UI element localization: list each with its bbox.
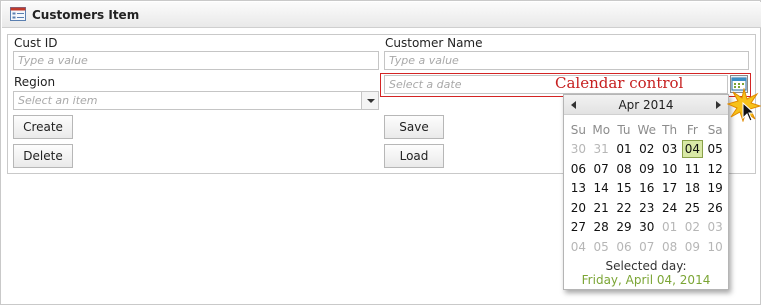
next-month-icon[interactable] <box>716 101 721 109</box>
weekday-header: Tu <box>617 122 631 137</box>
calendar-week-row: 13 14 15 16 17 18 19 <box>567 179 727 199</box>
calendar-day[interactable]: 07 <box>590 159 613 179</box>
calendar-day[interactable]: 25 <box>681 198 704 218</box>
calendar-day[interactable]: 21 <box>590 198 613 218</box>
region-select[interactable]: Select an item <box>13 91 379 110</box>
calendar-day[interactable]: 10 <box>658 159 681 179</box>
calendar-day[interactable]: 17 <box>658 179 681 199</box>
cust-id-label: Cust ID <box>14 36 58 50</box>
calendar-day[interactable]: 04 <box>681 140 704 160</box>
weekday-header: Fr <box>686 122 698 137</box>
calendar-day[interactable]: 07 <box>635 237 658 257</box>
calendar-day[interactable]: 15 <box>613 179 636 199</box>
weekday-header: Th <box>662 122 678 137</box>
selected-day[interactable]: 04 <box>681 140 703 159</box>
calendar-day[interactable]: 09 <box>681 237 704 257</box>
calendar-popup: Apr 2014 Su Mo Tu We Th Fr Sa 30 31 01 02 03 04 05 06… <box>563 94 729 290</box>
mouse-pointer-icon <box>742 102 756 122</box>
calendar-day[interactable]: 30 <box>567 140 590 160</box>
calendar-day[interactable]: 05 <box>590 237 613 257</box>
calendar-header: Apr 2014 <box>564 95 728 115</box>
weekday-header: Mo <box>592 122 611 137</box>
weekday-header: We <box>637 122 657 137</box>
customer-name-input[interactable]: Type a value <box>384 51 749 70</box>
calendar-day[interactable]: 08 <box>613 159 636 179</box>
calendar-day[interactable]: 31 <box>590 140 613 160</box>
calendar-day[interactable]: 06 <box>567 159 590 179</box>
customer-name-label: Customer Name <box>385 36 483 50</box>
calendar-day[interactable]: 10 <box>704 237 727 257</box>
calendar-day[interactable]: 23 <box>635 198 658 218</box>
region-select-value: Select an item <box>18 94 98 107</box>
cust-id-input[interactable]: Type a value <box>13 51 379 70</box>
save-button[interactable]: Save <box>384 115 444 139</box>
title-bar: Customers Item <box>2 2 761 28</box>
calendar-control-annotation: Calendar control <box>555 74 684 92</box>
calendar-day[interactable]: 04 <box>567 237 590 257</box>
chevron-down-icon[interactable] <box>361 92 378 109</box>
weekday-header-row: Su Mo Tu We Th Fr Sa <box>567 120 727 140</box>
calendar-day[interactable]: 29 <box>613 218 636 238</box>
calendar-week-row: 30 31 01 02 03 04 05 <box>567 140 727 160</box>
calendar-day[interactable]: 30 <box>635 218 658 238</box>
calendar-day[interactable]: 05 <box>704 140 727 160</box>
window-title: Customers Item <box>32 8 140 22</box>
calendar-day[interactable]: 24 <box>658 198 681 218</box>
calendar-day[interactable]: 01 <box>613 140 636 160</box>
calendar-day[interactable]: 08 <box>658 237 681 257</box>
calendar-day[interactable]: 16 <box>635 179 658 199</box>
calendar-day[interactable]: 03 <box>704 218 727 238</box>
calendar-day[interactable]: 09 <box>635 159 658 179</box>
calendar-day[interactable]: 22 <box>613 198 636 218</box>
calendar-week-row: 06 07 08 09 10 11 12 <box>567 159 727 179</box>
calendar-day[interactable]: 14 <box>590 179 613 199</box>
calendar-day[interactable]: 03 <box>658 140 681 160</box>
calendar-day[interactable]: 02 <box>681 218 704 238</box>
create-button[interactable]: Create <box>13 115 73 139</box>
calendar-day[interactable]: 27 <box>567 218 590 238</box>
calendar-day[interactable]: 28 <box>590 218 613 238</box>
selected-day-label: Selected day: <box>605 259 687 273</box>
calendar-week-row: 04 05 06 07 08 09 10 <box>567 237 727 257</box>
weekday-header: Su <box>570 122 587 137</box>
calendar-week-row: 27 28 29 30 01 02 03 <box>567 218 727 238</box>
calendar-day[interactable]: 13 <box>567 179 590 199</box>
calendar-day[interactable]: 01 <box>658 218 681 238</box>
calendar-day[interactable]: 26 <box>704 198 727 218</box>
calendar-month-label[interactable]: Apr 2014 <box>564 98 728 112</box>
load-button[interactable]: Load <box>384 144 444 168</box>
calendar-day[interactable]: 02 <box>635 140 658 160</box>
calendar-day[interactable]: 18 <box>681 179 704 199</box>
region-label: Region <box>14 75 56 89</box>
delete-button[interactable]: Delete <box>13 144 73 168</box>
calendar-week-row: 20 21 22 23 24 25 26 <box>567 198 727 218</box>
calendar-grid: Su Mo Tu We Th Fr Sa 30 31 01 02 03 04 05 06 07 08 09 10 1… <box>567 120 727 257</box>
list-form-icon <box>10 7 26 21</box>
selected-day-value: Friday, April 04, 2014 <box>581 273 711 287</box>
weekday-header: Sa <box>707 122 723 137</box>
calendar-day[interactable]: 06 <box>613 237 636 257</box>
calendar-day[interactable]: 12 <box>704 159 727 179</box>
calendar-day[interactable]: 20 <box>567 198 590 218</box>
calendar-day[interactable]: 19 <box>704 179 727 199</box>
calendar-day[interactable]: 11 <box>681 159 704 179</box>
